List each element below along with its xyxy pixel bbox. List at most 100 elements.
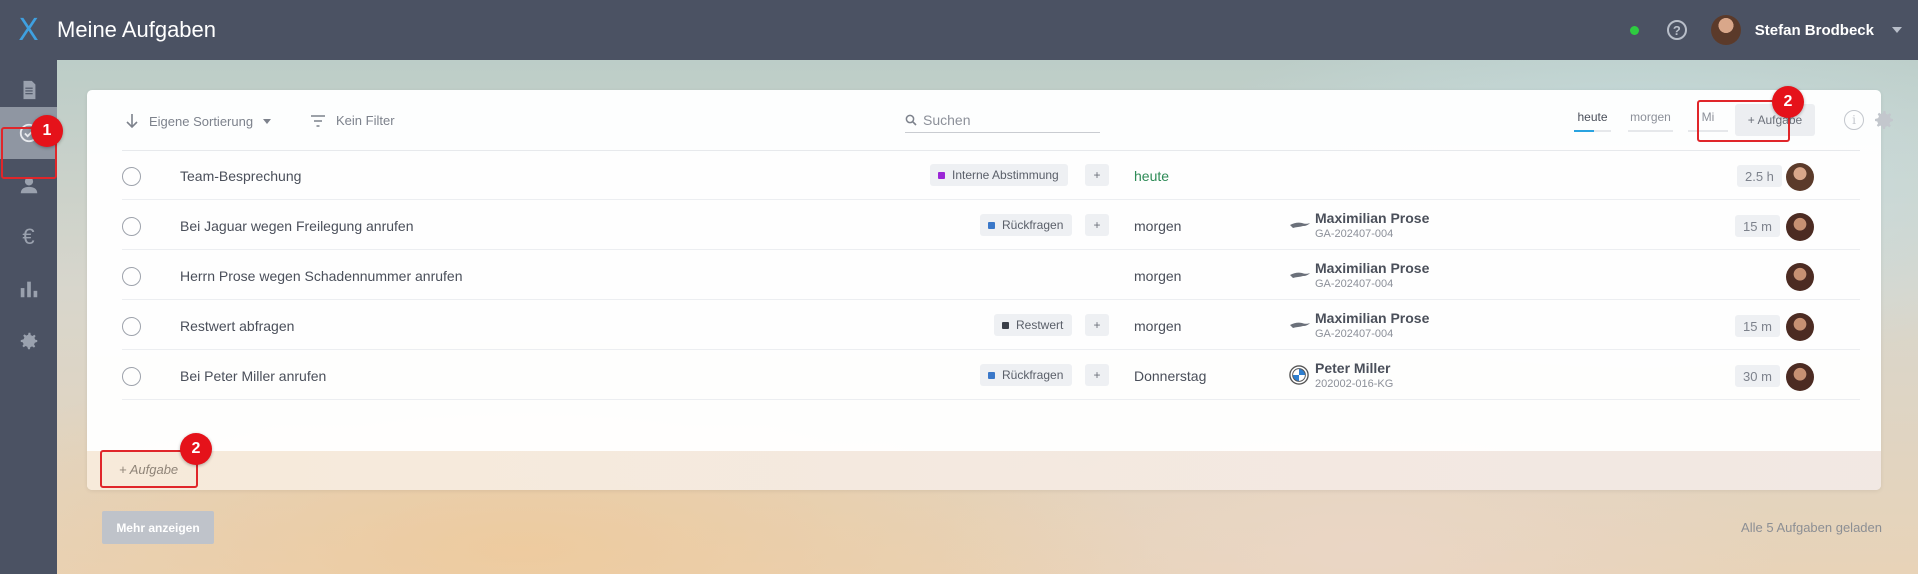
- task-title[interactable]: Team-Besprechung: [180, 168, 301, 184]
- chevron-down-icon[interactable]: [1892, 27, 1902, 33]
- complete-checkbox[interactable]: [122, 267, 141, 286]
- case-id: GA-202407-004: [1315, 278, 1394, 290]
- task-tag[interactable]: Interne Abstimmung: [930, 164, 1068, 186]
- due-date[interactable]: morgen: [1134, 218, 1181, 234]
- help-glyph: ?: [1672, 22, 1681, 38]
- online-status-icon: [1629, 25, 1639, 35]
- table-row[interactable]: Restwert abfragen Restwert + morgen Maxi…: [122, 301, 1860, 350]
- task-tag[interactable]: Rückfragen: [980, 214, 1073, 236]
- search-input[interactable]: [923, 112, 1093, 128]
- sidebar-item-settings[interactable]: [0, 315, 57, 367]
- assignee-avatar[interactable]: [1786, 363, 1814, 391]
- case-reference[interactable]: Maximilian Prose GA-202407-004: [1290, 210, 1430, 240]
- tag-label: Restwert: [1016, 318, 1064, 332]
- assignee-avatar[interactable]: [1786, 313, 1814, 341]
- jaguar-logo-icon: [1290, 322, 1310, 328]
- document-icon: [23, 80, 35, 100]
- complete-checkbox[interactable]: [122, 317, 141, 336]
- case-id: GA-202407-004: [1315, 228, 1394, 240]
- annotation-badge: 2: [180, 433, 212, 465]
- add-tag-button[interactable]: +: [1085, 164, 1109, 186]
- case-owner: Maximilian Prose: [1315, 210, 1430, 226]
- duration-badge[interactable]: 2.5 h: [1737, 165, 1782, 187]
- table-row[interactable]: Team-Besprechung Interne Abstimmung + he…: [122, 151, 1860, 200]
- assignee-avatar[interactable]: [1786, 263, 1814, 291]
- settings-gear-icon[interactable]: [1872, 108, 1896, 132]
- gear-icon: [20, 332, 37, 350]
- filter-button[interactable]: Kein Filter: [310, 113, 395, 128]
- task-toolbar: Eigene Sortierung Kein Filter heute morg…: [122, 90, 1893, 151]
- due-date[interactable]: morgen: [1134, 318, 1181, 334]
- due-date[interactable]: morgen: [1134, 268, 1181, 284]
- loaded-status: Alle 5 Aufgaben geladen: [1741, 520, 1882, 535]
- add-tag-button[interactable]: +: [1085, 364, 1109, 386]
- sort-label: Eigene Sortierung: [149, 113, 254, 129]
- task-title[interactable]: Herrn Prose wegen Schadennummer anrufen: [180, 268, 463, 284]
- case-owner: Peter Miller: [1315, 360, 1391, 376]
- sort-dropdown[interactable]: Eigene Sortierung: [125, 113, 272, 129]
- show-more-button[interactable]: Mehr anzeigen: [102, 511, 214, 544]
- jaguar-logo-icon: [1290, 222, 1310, 228]
- duration-badge[interactable]: 30 m: [1735, 365, 1780, 387]
- card-footer: [87, 451, 1881, 490]
- jaguar-logo-icon: [1290, 272, 1310, 278]
- tag-color-dot: [1002, 321, 1009, 329]
- filter-icon: [311, 114, 325, 127]
- logo-glyph: X: [18, 12, 39, 48]
- complete-checkbox[interactable]: [122, 167, 141, 186]
- task-title[interactable]: Restwert abfragen: [180, 318, 294, 334]
- duration-badge[interactable]: 15 m: [1735, 215, 1780, 237]
- avatar[interactable]: [1710, 15, 1741, 45]
- tag-label: Interne Abstimmung: [952, 168, 1059, 182]
- euro-icon: €: [22, 224, 35, 249]
- app-logo[interactable]: X: [0, 0, 57, 60]
- complete-checkbox[interactable]: [122, 367, 141, 386]
- case-owner: Maximilian Prose: [1315, 260, 1430, 276]
- page-title: Meine Aufgaben: [57, 17, 217, 42]
- add-tag-button[interactable]: +: [1085, 314, 1109, 336]
- help-icon[interactable]: ?: [1666, 20, 1687, 40]
- due-date[interactable]: Donnerstag: [1134, 368, 1206, 384]
- tab-morgen[interactable]: morgen: [1628, 110, 1673, 132]
- tag-color-dot: [938, 171, 945, 179]
- sidebar-item-finance[interactable]: €: [0, 211, 57, 263]
- annotation-badge: 1: [31, 115, 63, 147]
- annotation-badge: 2: [1772, 86, 1804, 118]
- assignee-avatar[interactable]: [1786, 163, 1814, 191]
- task-tag[interactable]: Restwert: [994, 314, 1073, 336]
- complete-checkbox[interactable]: [122, 217, 141, 236]
- filter-label: Kein Filter: [336, 113, 395, 128]
- case-owner: Maximilian Prose: [1315, 310, 1430, 326]
- task-title[interactable]: Bei Peter Miller anrufen: [180, 368, 326, 384]
- tag-color-dot: [988, 371, 995, 379]
- task-tag[interactable]: Rückfragen: [980, 364, 1073, 386]
- duration-badge[interactable]: 15 m: [1735, 315, 1780, 337]
- table-row[interactable]: Bei Peter Miller anrufen Rückfragen + Do…: [122, 351, 1860, 400]
- case-reference[interactable]: Maximilian Prose GA-202407-004: [1290, 260, 1430, 290]
- arrow-down-icon: [126, 114, 138, 129]
- case-reference[interactable]: Peter Miller 202002-016-KG: [1289, 360, 1394, 390]
- table-row[interactable]: Bei Jaguar wegen Freilegung anrufen Rück…: [122, 201, 1860, 250]
- assignee-avatar[interactable]: [1786, 213, 1814, 241]
- sidebar-item-statistics[interactable]: [0, 263, 57, 315]
- due-date[interactable]: heute: [1134, 168, 1169, 184]
- case-id: GA-202407-004: [1315, 328, 1394, 340]
- caret-down-icon: [263, 118, 272, 124]
- header-right: ? Stefan Brodbeck: [1629, 0, 1902, 60]
- tag-color-dot: [988, 221, 995, 229]
- search-box: [905, 108, 1100, 133]
- table-row[interactable]: Herrn Prose wegen Schadennummer anrufen …: [122, 251, 1860, 300]
- add-tag-button[interactable]: +: [1085, 214, 1109, 236]
- info-icon[interactable]: i: [1844, 110, 1864, 130]
- user-name[interactable]: Stefan Brodbeck: [1755, 22, 1874, 39]
- info-glyph: i: [1852, 113, 1856, 127]
- top-bar: X Meine Aufgaben ? Stefan Brodbeck: [0, 0, 1918, 60]
- tag-label: Rückfragen: [1002, 218, 1064, 232]
- task-title[interactable]: Bei Jaguar wegen Freilegung anrufen: [180, 218, 414, 234]
- task-list-card: Eigene Sortierung Kein Filter heute morg…: [87, 90, 1893, 490]
- bar-chart-icon: [20, 281, 37, 298]
- case-id: 202002-016-KG: [1315, 378, 1394, 390]
- tab-heute[interactable]: heute: [1574, 110, 1611, 132]
- tag-label: Rückfragen: [1002, 368, 1064, 382]
- case-reference[interactable]: Maximilian Prose GA-202407-004: [1290, 310, 1430, 340]
